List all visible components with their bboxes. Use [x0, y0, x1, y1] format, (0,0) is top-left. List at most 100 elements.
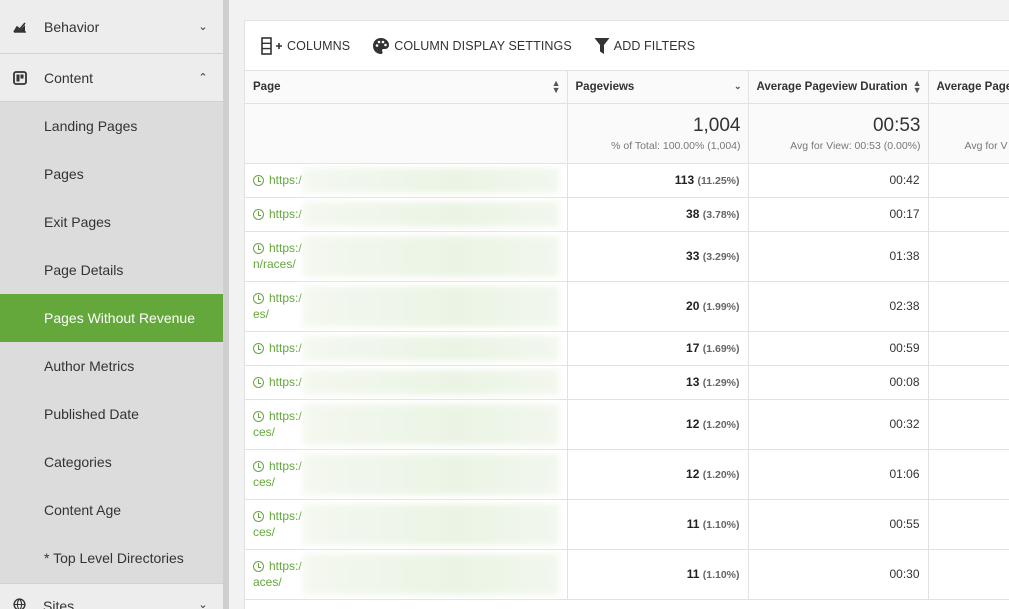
page-cell: https:/ — [245, 197, 568, 232]
pageviews-percent: (1.69%) — [702, 343, 740, 355]
content-icon — [13, 70, 27, 85]
sidebar-item-published-date[interactable]: Published Date — [0, 390, 223, 438]
sort-icon: ▲ ▼ — [551, 78, 561, 95]
sidebar-group-content[interactable]: Content ⌃ — [0, 54, 223, 102]
sidebar-group-behavior[interactable]: Behavior ⌄ — [0, 0, 223, 54]
clock-icon — [253, 174, 264, 186]
clock-icon — [253, 342, 264, 354]
table-row: https:/113 (11.25%) 00:42 — [245, 163, 1009, 198]
redacted-url — [303, 453, 559, 495]
sidebar-item-content-age[interactable]: Content Age — [0, 486, 223, 534]
summary-row: 1,004 % of Total: 100.00% (1,004) 00:53 … — [245, 103, 1009, 164]
duration-cell: 01:38 — [748, 231, 929, 282]
average-page-cell — [928, 499, 1009, 550]
duration-cell: 00:17 — [748, 197, 929, 232]
page-url[interactable]: https:/ — [269, 241, 302, 255]
sidebar-item-landing-pages[interactable]: Landing Pages — [0, 102, 223, 150]
duration-cell: 00:08 — [748, 365, 929, 400]
sidebar-item-page-details[interactable]: Page Details — [0, 246, 223, 294]
table-header-row: Page ▲ ▼ Pageviews ⌄ Average Pageview Durat… — [245, 71, 1009, 104]
column-header-label: Average Pageview Duration — [756, 80, 908, 93]
sidebar-item-categories[interactable]: Categories — [0, 438, 223, 486]
page-url[interactable]: https:/ — [269, 375, 302, 389]
pageviews-percent: (1.10%) — [702, 519, 740, 531]
page-cell: https:/ — [245, 331, 568, 366]
page-url[interactable]: https:/ — [269, 509, 302, 523]
sidebar-item-pages-without-revenue[interactable]: Pages Without Revenue — [0, 294, 223, 342]
sidebar-item-pages[interactable]: Pages — [0, 150, 223, 198]
pageviews-cell: 113 (11.25%) — [567, 163, 749, 198]
pageviews-cell: 11 (1.10%) — [567, 549, 749, 600]
report-panel: COLUMNS COLUMN DISPLAY SETTINGS ADD FILT… — [244, 20, 1009, 609]
chevron-down-icon: ⌄ — [733, 81, 742, 91]
report-table: Page ▲ ▼ Pageviews ⌄ Average Pageview Durat… — [245, 71, 1009, 600]
page-url[interactable]: https:/ — [269, 559, 302, 573]
column-header-pageviews[interactable]: Pageviews ⌄ — [567, 71, 749, 104]
pageviews-value: 20 — [686, 299, 700, 313]
behavior-icon — [13, 21, 26, 33]
pageviews-percent: (1.10%) — [702, 569, 740, 581]
sidebar-divider — [223, 0, 229, 609]
column-header-avg-pageview-duration[interactable]: Average Pageview Duration ▲ ▼ — [748, 71, 929, 104]
duration-cell: 00:55 — [748, 499, 929, 550]
duration-cell: 02:38 — [748, 281, 929, 332]
columns-icon — [261, 36, 282, 55]
page-url[interactable]: https:/ — [269, 341, 302, 355]
duration-cell: 01:06 — [748, 449, 929, 500]
sidebar-item-author-metrics[interactable]: Author Metrics — [0, 342, 223, 390]
page-url[interactable]: https:/ — [269, 459, 302, 473]
pageviews-value: 17 — [686, 341, 700, 355]
page-url[interactable]: https:/ — [269, 409, 302, 423]
table-row: https:/aces/11 (1.10%) 00:30 — [245, 549, 1009, 600]
columns-label: COLUMNS — [287, 38, 351, 53]
page-cell: https:/ces/ — [245, 499, 568, 550]
pageviews-value: 11 — [686, 567, 700, 581]
redacted-url — [303, 403, 559, 445]
filter-icon — [594, 37, 610, 54]
pageviews-value: 12 — [686, 467, 700, 481]
column-display-settings-label: COLUMN DISPLAY SETTINGS — [394, 38, 572, 53]
clock-icon — [253, 242, 264, 254]
pageviews-value: 113 — [674, 173, 695, 187]
redacted-url — [303, 285, 559, 327]
sidebar-item-top-level-directories[interactable]: * Top Level Directories — [0, 534, 223, 582]
avg-page-note: Avg for V — [964, 139, 1008, 152]
columns-button[interactable]: COLUMNS — [261, 36, 351, 55]
column-display-settings-button[interactable]: COLUMN DISPLAY SETTINGS — [372, 37, 572, 55]
average-page-cell — [928, 331, 1009, 366]
pageviews-cell: 13 (1.29%) — [567, 365, 749, 400]
pageviews-value: 12 — [686, 417, 700, 431]
average-page-cell — [928, 163, 1009, 198]
clock-icon — [253, 376, 264, 388]
page-url[interactable]: https:/ — [269, 173, 302, 187]
pageviews-value: 11 — [686, 517, 700, 531]
column-header-average-page[interactable]: Average Page — [928, 71, 1009, 104]
average-page-cell — [928, 197, 1009, 232]
duration-cell: 00:59 — [748, 331, 929, 366]
clock-icon — [253, 460, 264, 472]
chevron-down-icon: ⌄ — [198, 21, 208, 33]
clock-icon — [253, 510, 264, 522]
sort-icon: ▲ ▼ — [912, 78, 922, 95]
sidebar-item-exit-pages[interactable]: Exit Pages — [0, 198, 223, 246]
average-page-cell — [928, 399, 1009, 450]
page-url[interactable]: https:/ — [269, 291, 302, 305]
column-header-label: Average Page — [936, 80, 1009, 93]
page-url[interactable]: https:/ — [269, 207, 302, 221]
chevron-down-icon: ⌄ — [198, 599, 208, 609]
page-cell: https:/ — [245, 365, 568, 400]
page-cell: https:/n/races/ — [245, 231, 568, 282]
table-row: https:/ces/11 (1.10%) 00:55 — [245, 499, 1009, 550]
duration-cell: 00:32 — [748, 399, 929, 450]
toolbar: COLUMNS COLUMN DISPLAY SETTINGS ADD FILT… — [245, 21, 1009, 71]
column-header-label: Pageviews — [575, 80, 635, 93]
sidebar-group-sites[interactable]: Sites ⌄ — [0, 583, 223, 609]
globe-icon — [13, 598, 26, 609]
column-header-page[interactable]: Page ▲ ▼ — [245, 71, 568, 104]
table-row: https:/es/20 (1.99%) 02:38 — [245, 281, 1009, 332]
table-row: https:/38 (3.78%) 00:17 — [245, 197, 1009, 232]
pageviews-percent: (1.20%) — [702, 419, 740, 431]
add-filters-button[interactable]: ADD FILTERS — [594, 37, 695, 55]
pageviews-value: 33 — [686, 249, 700, 263]
pageviews-percent: (11.25%) — [697, 175, 740, 187]
